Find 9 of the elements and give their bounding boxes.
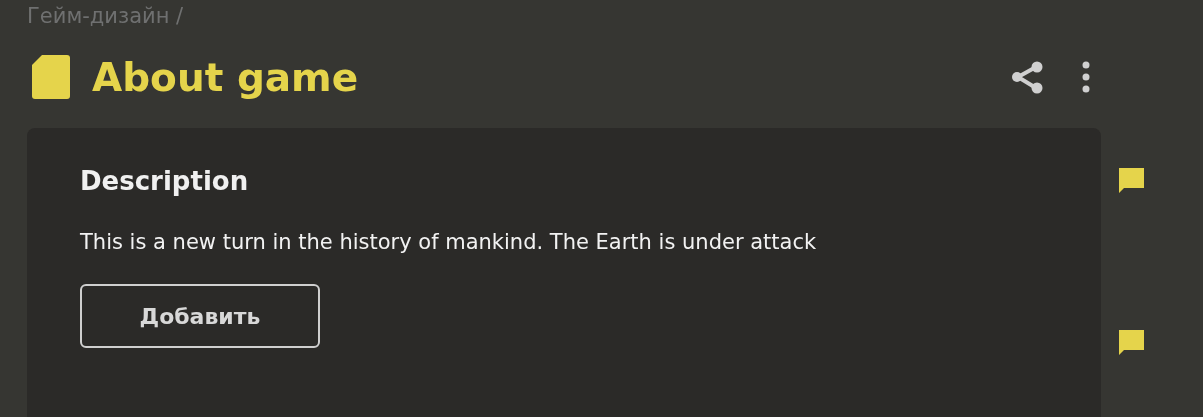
- section-heading: Description: [80, 166, 250, 196]
- more-icon[interactable]: [1081, 61, 1091, 93]
- comment-icon[interactable]: [1119, 330, 1145, 355]
- document-icon: [32, 55, 70, 99]
- share-icon[interactable]: [1011, 60, 1043, 94]
- add-button[interactable]: Добавить: [80, 284, 320, 348]
- comment-icon[interactable]: [1119, 168, 1145, 193]
- description-text: This is a new turn in the history of mankind. The Earth is under attack: [80, 230, 818, 254]
- page-title: About game: [92, 54, 360, 100]
